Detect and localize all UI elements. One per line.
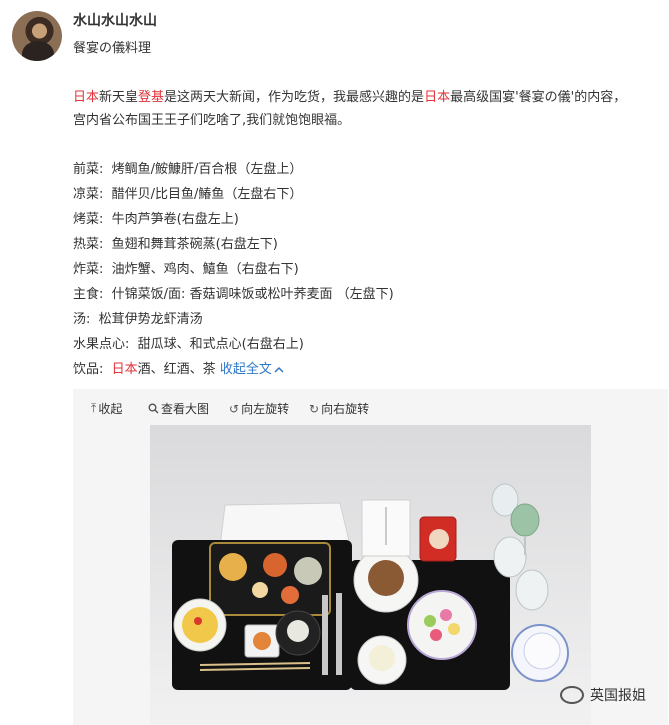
user-subtitle: 餐宴の儀料理	[73, 41, 152, 56]
view-large-image-button[interactable]: 查看大图	[148, 400, 209, 417]
view-large-label: 查看大图	[161, 402, 210, 416]
chevron-up-icon	[274, 366, 284, 373]
menu-label: 主食:	[73, 287, 104, 302]
menu-value: 什锦菜饭/面: 香菇调味饭或松叶荞麦面 （左盘下)	[111, 287, 394, 302]
post-text-segment: 是这两天大新闻，作为吃货，我最感兴趣的是	[164, 90, 425, 105]
menu-label: 热菜:	[73, 237, 104, 252]
post-text-segment: 最高级国宴'餐宴の儀'的内容，	[450, 90, 627, 105]
rotate-left-label: 向左旋转	[241, 402, 290, 416]
keyword-enthronement[interactable]: 登基	[138, 90, 164, 105]
menu-item: 汤: 松茸伊势龙虾清汤	[73, 307, 633, 332]
magnifier-icon	[148, 403, 159, 414]
image-viewer	[73, 425, 668, 725]
post-text: 日本新天皇登基是这两天大新闻，作为吃货，我最感兴趣的是日本最高级国宴'餐宴の儀'…	[73, 86, 663, 132]
menu-list: 前菜: 烤鲷鱼/鮟鱇肝/百合根（左盘上） 凉菜: 醋伴贝/比目鱼/鰆鱼（左盘右下…	[73, 157, 633, 382]
keyword-japan[interactable]: 日本	[73, 90, 99, 105]
avatar[interactable]	[12, 11, 62, 61]
menu-label: 烤菜:	[73, 212, 104, 227]
menu-item: 主食: 什锦菜饭/面: 香菇调味饭或松叶荞麦面 （左盘下)	[73, 282, 633, 307]
menu-label: 炸菜:	[73, 262, 104, 277]
menu-item: 热菜: 鱼翅和舞茸茶碗蒸(右盘左下)	[73, 232, 633, 257]
rotate-left-button[interactable]: ↺ 向左旋转	[229, 400, 289, 417]
menu-label: 前菜:	[73, 162, 104, 177]
collapse-label: 收起	[98, 402, 123, 416]
menu-item: 烤菜: 牛肉芦笋卷(右盘左上)	[73, 207, 633, 232]
rotate-right-button[interactable]: ↻ 向右旋转	[309, 400, 369, 417]
menu-label: 饮品:	[73, 362, 104, 377]
rotate-left-icon: ↺	[229, 401, 240, 416]
menu-item: 凉菜: 醋伴贝/比目鱼/鰆鱼（左盘右下）	[73, 182, 633, 207]
menu-value: 酒、红酒、茶	[137, 362, 216, 377]
menu-value: 牛肉芦笋卷(右盘左上)	[111, 212, 239, 227]
wechat-icon	[560, 686, 584, 704]
menu-value: 醋伴贝/比目鱼/鰆鱼（左盘右下）	[111, 187, 303, 202]
user-name[interactable]: 水山水山水山	[73, 10, 157, 30]
menu-value: 鱼翅和舞茸茶碗蒸(右盘左下)	[111, 237, 278, 252]
watermark-text: 英国报姐	[590, 688, 646, 704]
image-toolbar: ⤒ 收起 查看大图 ↺ 向左旋转 ↻ 向右旋转	[73, 389, 668, 425]
collapse-arrow-icon: ⤒	[91, 401, 97, 415]
banquet-photo-illustration	[150, 425, 591, 725]
menu-label: 水果点心:	[73, 337, 130, 352]
post-line-2: 宫内省公布国王王子们吃啥了,我们就饱饱眼福。	[73, 113, 351, 128]
collapse-image-button[interactable]: ⤒ 收起	[91, 400, 122, 417]
menu-value: 松茸伊势龙虾清汤	[98, 312, 203, 327]
menu-value: 油炸蟹、鸡肉、鱚鱼（右盘右下)	[111, 262, 299, 277]
rotate-right-label: 向右旋转	[321, 402, 370, 416]
collapse-fulltext-label: 收起全文	[219, 362, 272, 377]
menu-label: 凉菜:	[73, 187, 104, 202]
post-line-1: 日本新天皇登基是这两天大新闻，作为吃货，我最感兴趣的是日本最高级国宴'餐宴の儀'…	[73, 86, 663, 109]
menu-label: 汤:	[73, 312, 91, 327]
menu-item-drinks: 饮品: 日本酒、红酒、茶 收起全文	[73, 357, 633, 382]
watermark: 英国报姐	[560, 685, 646, 705]
banquet-photo[interactable]	[150, 425, 591, 725]
menu-value: 烤鲷鱼/鮟鱇肝/百合根（左盘上）	[111, 162, 303, 177]
rotate-right-icon: ↻	[309, 401, 320, 416]
menu-item: 炸菜: 油炸蟹、鸡肉、鱚鱼（右盘右下)	[73, 257, 633, 282]
collapse-fulltext-link[interactable]: 收起全文	[220, 362, 284, 377]
menu-item: 水果点心: 甜瓜球、和式点心(右盘右上)	[73, 332, 633, 357]
menu-item: 前菜: 烤鲷鱼/鮟鱇肝/百合根（左盘上）	[73, 157, 633, 182]
keyword-japan[interactable]: 日本	[424, 90, 450, 105]
menu-value: 甜瓜球、和式点心(右盘右上)	[137, 337, 304, 352]
post-text-segment: 新天皇	[99, 90, 139, 105]
keyword-japan[interactable]: 日本	[112, 362, 138, 377]
